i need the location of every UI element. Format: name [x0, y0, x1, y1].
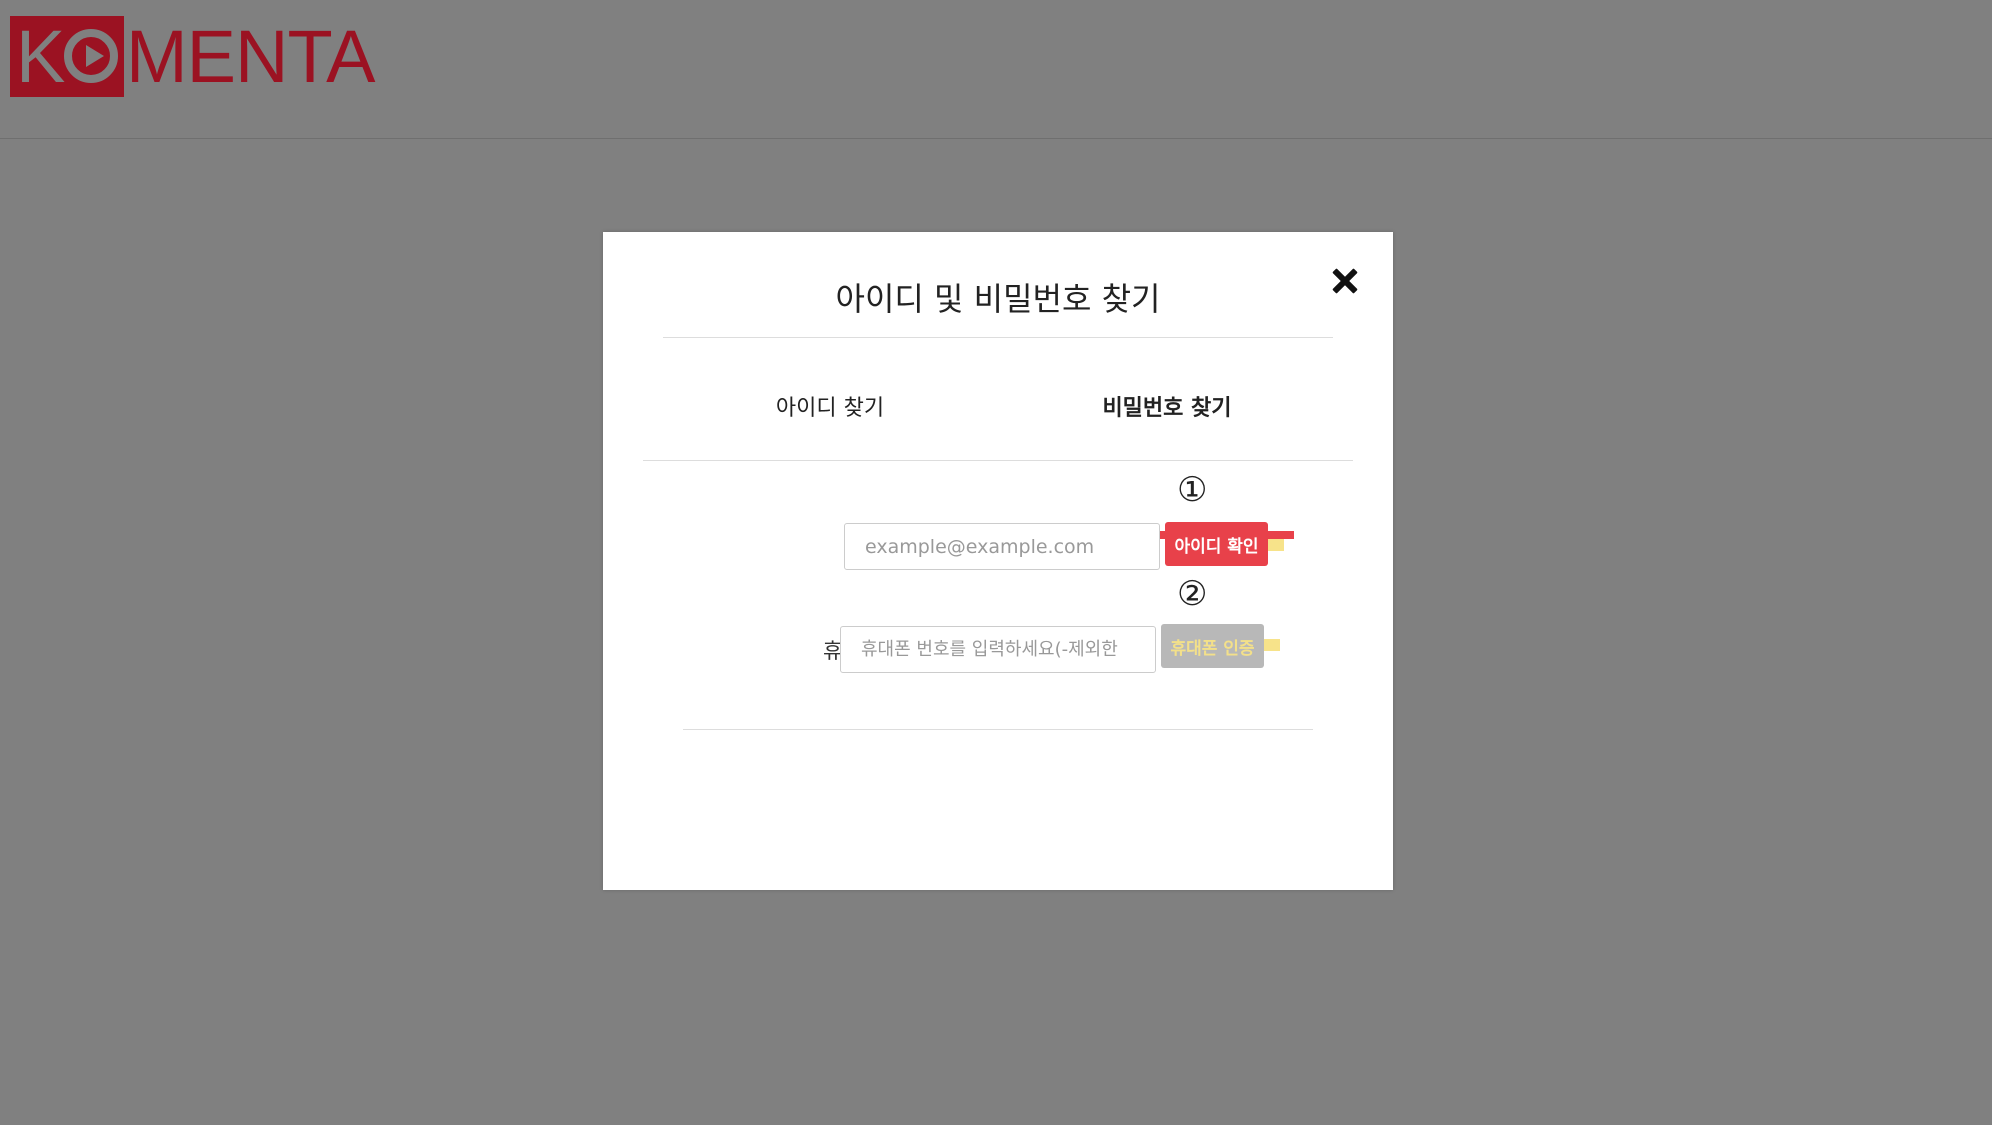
check-id-button[interactable]: 아이디 확인 [1165, 522, 1268, 566]
find-account-modal: 아이디 및 비밀번호 찾기 아이디 찾기 비밀번호 찾기 ① 아이디: 아이디 … [603, 232, 1393, 890]
tab-bar: 아이디 찾기 비밀번호 찾기 [643, 352, 1353, 461]
tab-find-password[interactable]: 비밀번호 찾기 [1000, 352, 1334, 460]
highlight-marker [1264, 639, 1280, 651]
annotation-1: ① [1177, 470, 1208, 510]
annotation-2: ② [1177, 574, 1208, 614]
komenta-logo[interactable]: K MENTA [10, 15, 376, 98]
highlight-marker [1268, 539, 1284, 551]
tab-find-id[interactable]: 아이디 찾기 [663, 352, 997, 460]
modal-title: 아이디 및 비밀번호 찾기 [835, 280, 1161, 318]
phone-input[interactable] [840, 626, 1156, 673]
logo-wordmark: MENTA [126, 15, 376, 98]
logo-k-letter: K [16, 15, 66, 98]
logo-mark: K [10, 16, 124, 97]
header: K MENTA [0, 0, 1992, 139]
close-icon[interactable] [1328, 264, 1362, 298]
play-icon [64, 29, 118, 83]
title-divider [663, 337, 1333, 338]
id-input[interactable] [844, 523, 1160, 570]
phone-verify-button[interactable]: 휴대폰 인증 [1161, 624, 1264, 668]
form-divider [683, 729, 1313, 730]
